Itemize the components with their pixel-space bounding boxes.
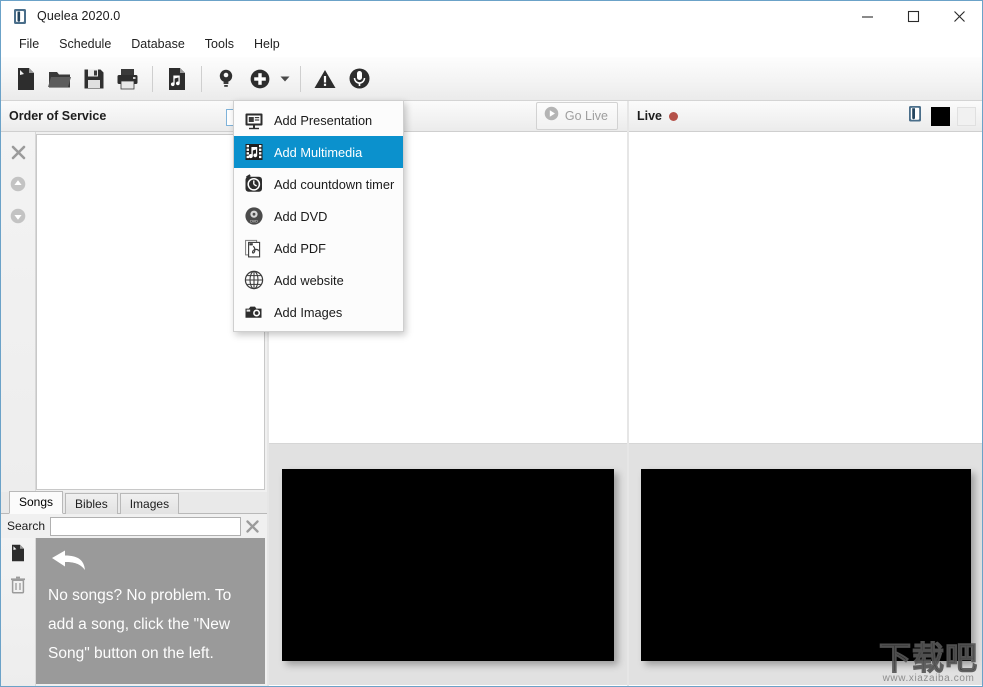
alarm-clock-icon <box>243 173 265 195</box>
add-song-icon[interactable] <box>160 61 194 97</box>
toolbar-separator-3 <box>300 65 301 92</box>
toolbar-separator-1 <box>152 65 153 92</box>
search-input[interactable] <box>50 516 241 536</box>
save-schedule-icon[interactable] <box>77 61 111 97</box>
live-status-dot <box>669 111 679 121</box>
new-song-icon[interactable] <box>8 543 28 563</box>
library-tabs: Songs Bibles Images <box>1 491 267 514</box>
menu-label-add-multimedia: Add Multimedia <box>274 144 363 160</box>
delete-song-icon[interactable] <box>8 575 28 595</box>
move-up-icon[interactable] <box>8 174 28 194</box>
live-header: Live <box>629 101 982 132</box>
add-item-icon[interactable] <box>243 61 277 97</box>
title-bar: Quelea 2020.0 <box>1 1 982 31</box>
library-panel: Songs Bibles Images Search No songs? No … <box>1 491 267 686</box>
window-controls <box>844 1 982 31</box>
close-button[interactable] <box>936 1 982 31</box>
order-of-service-title: Order of Service <box>9 109 107 123</box>
toolbar <box>1 57 982 101</box>
add-item-dropdown-menu: Add Presentation Add Multimedia Add coun… <box>233 100 404 332</box>
pdf-file-icon <box>243 237 265 259</box>
presentation-icon <box>243 109 265 131</box>
record-icon[interactable] <box>342 61 376 97</box>
black-screen-toggle-icon[interactable] <box>931 107 950 126</box>
notice-icon[interactable] <box>308 61 342 97</box>
quelea-logo-icon <box>11 7 29 25</box>
tab-images[interactable]: Images <box>119 493 180 514</box>
clear-search-icon[interactable] <box>241 516 263 536</box>
menu-help[interactable]: Help <box>244 34 290 54</box>
go-live-button[interactable]: Go Live <box>535 102 618 130</box>
menu-file[interactable]: File <box>9 34 49 54</box>
library-body: No songs? No problem. To add a song, cli… <box>1 538 267 686</box>
window-title: Quelea 2020.0 <box>37 9 121 23</box>
tab-bibles[interactable]: Bibles <box>65 493 118 514</box>
search-label: Search <box>7 519 46 533</box>
menu-label-add-dvd: Add DVD <box>274 208 328 224</box>
quick-insert-icon[interactable] <box>209 61 243 97</box>
library-empty-text: No songs? No problem. To add a song, cli… <box>48 587 232 662</box>
menu-label-add-images: Add Images <box>274 304 343 320</box>
order-of-service-list[interactable] <box>36 134 265 490</box>
live-black-screen[interactable] <box>640 468 971 661</box>
menu-item-add-multimedia[interactable]: Add Multimedia <box>234 136 403 168</box>
menu-item-add-presentation[interactable]: Add Presentation <box>234 104 403 136</box>
menu-item-add-website[interactable]: Add website <box>234 264 403 296</box>
quelea-main-window: Quelea 2020.0 File Schedule Database Too… <box>0 0 983 687</box>
new-schedule-icon[interactable] <box>9 61 43 97</box>
curved-arrow-left-icon <box>48 548 253 579</box>
library-empty-state: No songs? No problem. To add a song, cli… <box>36 538 265 684</box>
open-schedule-icon[interactable] <box>43 61 77 97</box>
globe-icon <box>243 269 265 291</box>
menu-label-add-presentation: Add Presentation <box>274 112 373 128</box>
live-content-area[interactable] <box>629 132 982 444</box>
library-tools <box>1 538 36 686</box>
menu-item-add-images[interactable]: Add Images <box>234 296 403 328</box>
remove-item-icon[interactable] <box>8 142 28 162</box>
camera-icon <box>243 301 265 323</box>
preview-black-screen[interactable] <box>282 468 614 661</box>
left-column: Order of Service Songs Bibles Images Sea… <box>1 101 267 686</box>
multimedia-film-icon <box>243 141 265 163</box>
menu-label-add-pdf: Add PDF <box>274 240 326 256</box>
menu-schedule[interactable]: Schedule <box>49 34 121 54</box>
toolbar-separator-2 <box>201 65 202 92</box>
menu-item-add-dvd[interactable]: DVD Add DVD <box>234 200 403 232</box>
menu-item-add-countdown-timer[interactable]: Add countdown timer <box>234 168 403 200</box>
svg-text:DVD: DVD <box>250 219 258 223</box>
move-down-icon[interactable] <box>8 206 28 226</box>
live-title: Live <box>637 109 663 123</box>
add-item-caret-icon[interactable] <box>277 61 293 97</box>
logo-display-icon[interactable] <box>907 105 924 128</box>
go-live-label: Go Live <box>564 109 608 123</box>
menu-tools[interactable]: Tools <box>195 34 244 54</box>
library-search-row: Search <box>1 514 267 538</box>
order-of-service-body <box>1 132 267 492</box>
minimize-button[interactable] <box>844 1 890 31</box>
maximize-button[interactable] <box>890 1 936 31</box>
play-circle-icon <box>544 106 559 126</box>
live-screen-container <box>629 444 982 685</box>
dvd-disc-icon: DVD <box>243 205 265 227</box>
live-panel: Live <box>629 101 982 686</box>
print-schedule-icon[interactable] <box>111 61 145 97</box>
order-of-service-tools <box>1 132 36 492</box>
main-content: Order of Service Songs Bibles Images Sea… <box>1 101 982 686</box>
tab-songs[interactable]: Songs <box>9 491 64 514</box>
menu-item-add-pdf[interactable]: Add PDF <box>234 232 403 264</box>
menu-label-add-website: Add website <box>274 272 344 288</box>
preview-screen-container <box>269 444 627 685</box>
clear-screen-toggle-icon[interactable] <box>957 107 976 126</box>
live-header-icons <box>907 101 976 132</box>
menu-database[interactable]: Database <box>121 34 195 54</box>
menu-label-add-countdown-timer: Add countdown timer <box>274 176 395 192</box>
menu-bar: File Schedule Database Tools Help <box>1 31 982 57</box>
